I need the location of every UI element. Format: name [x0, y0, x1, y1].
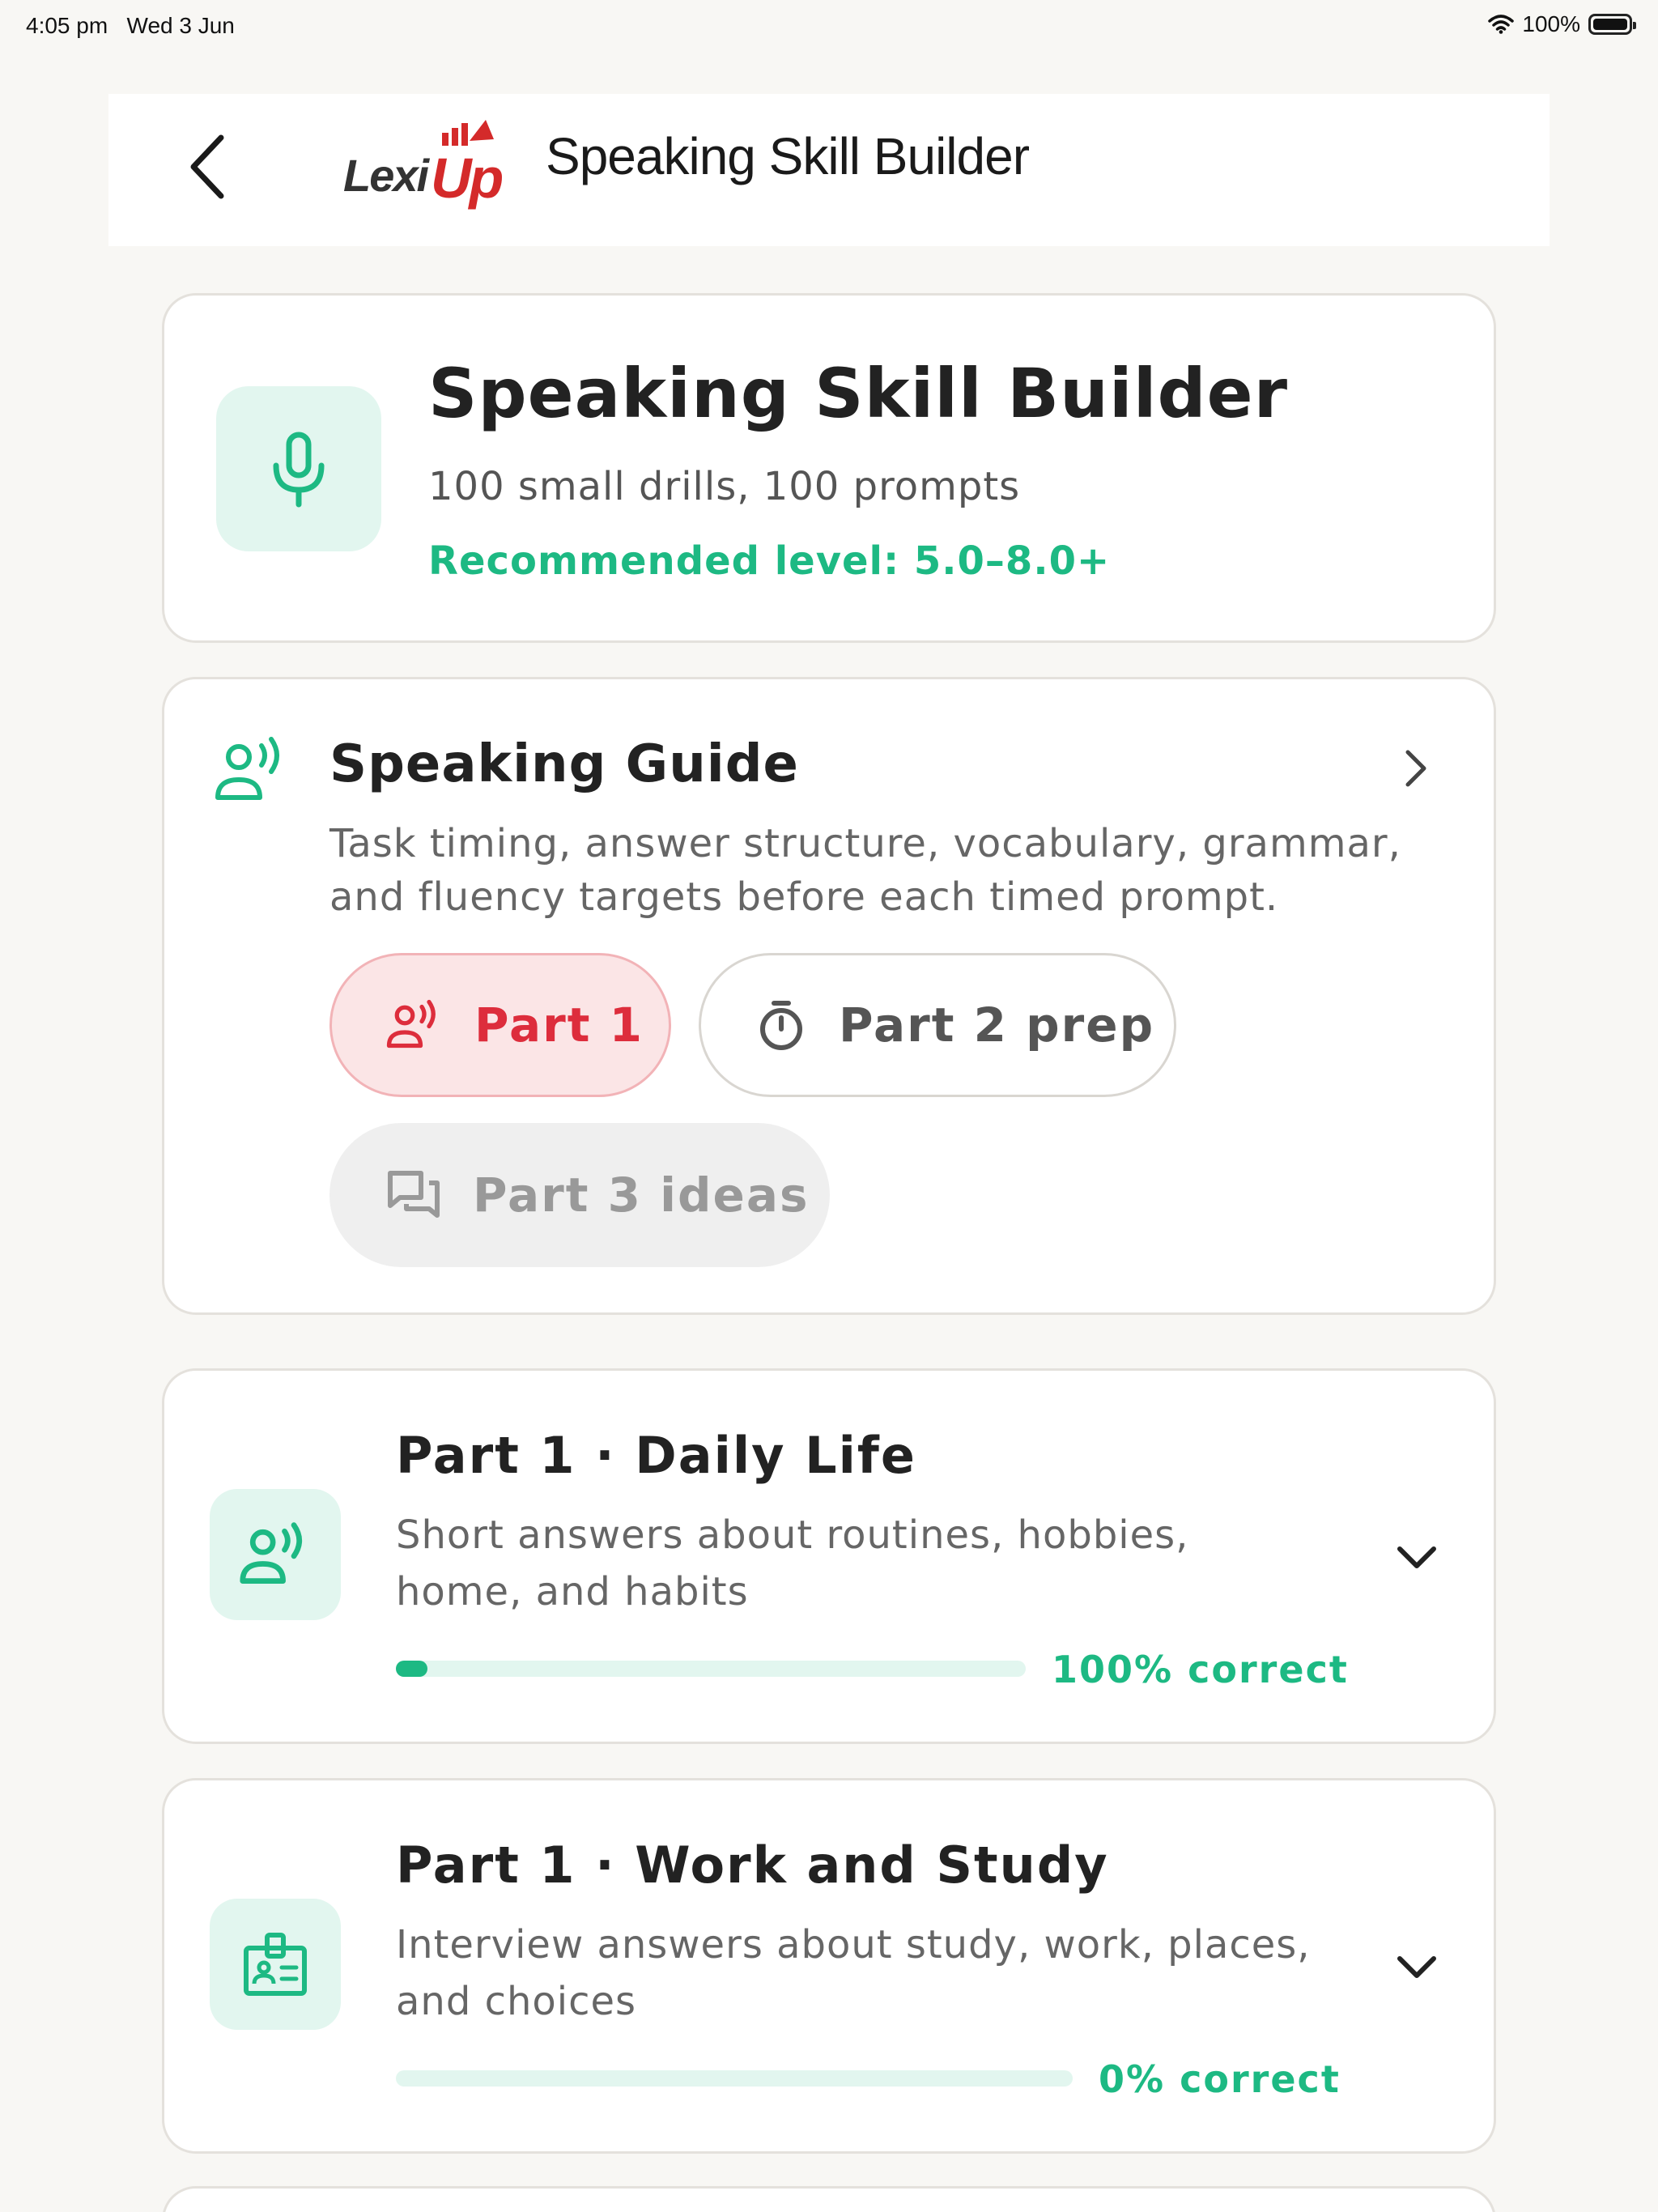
person-speaking-icon: [240, 1522, 303, 1584]
chevron-down-icon[interactable]: [1388, 1939, 1445, 1996]
back-button[interactable]: [172, 118, 244, 215]
chevron-right-icon[interactable]: [1390, 744, 1439, 793]
lesson-description: Interview answers about study, work, pla…: [396, 1922, 1311, 2024]
lesson-card-daily-life[interactable]: Part 1 · Daily Life Short answers about …: [162, 1368, 1496, 1744]
status-time-text: 4:05 pm: [26, 13, 108, 38]
course-title: Speaking Skill Builder: [428, 354, 1289, 433]
next-lesson-card[interactable]: [162, 2186, 1496, 2212]
progress-fill: [396, 1661, 427, 1677]
chip-label: Part 1: [474, 998, 644, 1053]
app-header: Lexi Up Speaking Skill Builder: [108, 94, 1550, 246]
recommended-level: Recommended level: 5.0–8.0+: [428, 538, 1111, 584]
battery-icon: [1588, 14, 1636, 35]
chevron-left-icon: [190, 134, 224, 199]
header-title: Speaking Skill Builder: [546, 127, 1030, 185]
course-summary-card: Speaking Skill Builder 100 small drills,…: [162, 293, 1496, 643]
progress-bar: [396, 1661, 1026, 1677]
lesson-description: Short answers about routines, hobbies, h…: [396, 1512, 1189, 1614]
chip-part-2-prep[interactable]: Part 2 prep: [699, 953, 1176, 1097]
lesson-card-work-and-study[interactable]: Part 1 · Work and Study Interview answer…: [162, 1778, 1496, 2154]
lesson-icon-tile: [210, 1489, 341, 1620]
lesson-title: Part 1 · Work and Study: [396, 1836, 1109, 1895]
progress-bar: [396, 2070, 1073, 2087]
svg-text:Lexi: Lexi: [343, 150, 430, 201]
svg-text:Up: Up: [431, 147, 503, 210]
timer-icon: [760, 1001, 802, 1050]
status-date-text: Wed 3 Jun: [126, 13, 235, 38]
chip-label: Part 2 prep: [839, 998, 1155, 1053]
chip-label: Part 3 ideas: [473, 1168, 810, 1223]
person-speaking-icon: [386, 999, 436, 1049]
chip-part-3-ideas[interactable]: Part 3 ideas: [329, 1123, 830, 1267]
microphone-icon: [273, 432, 325, 508]
status-right: 100%: [1488, 11, 1636, 37]
person-speaking-icon: [215, 737, 279, 800]
lexiup-logo: Lexi Up: [343, 120, 505, 210]
id-badge-icon: [244, 1933, 307, 1996]
course-icon-tile: [216, 386, 381, 551]
chevron-down-icon[interactable]: [1388, 1529, 1445, 1586]
speaking-guide-card[interactable]: Speaking Guide Task timing, answer struc…: [162, 677, 1496, 1315]
battery-percent: 100%: [1522, 11, 1580, 36]
chip-part-1[interactable]: Part 1: [329, 953, 671, 1097]
course-subtitle: 100 small drills, 100 prompts: [428, 464, 1021, 509]
lesson-icon-tile: [210, 1899, 341, 2030]
progress-label: 0% correct: [1099, 2057, 1341, 2101]
lesson-title: Part 1 · Daily Life: [396, 1426, 916, 1485]
guide-description: Task timing, answer structure, vocabular…: [329, 821, 1401, 920]
status-time: 4:05 pm Wed 3 Jun: [26, 13, 235, 39]
chat-bubbles-icon: [388, 1171, 440, 1218]
status-bar: 4:05 pm Wed 3 Jun 100%: [0, 0, 1658, 52]
progress-label: 100% correct: [1052, 1648, 1349, 1691]
guide-title: Speaking Guide: [329, 734, 799, 794]
wifi-icon: [1488, 15, 1515, 34]
